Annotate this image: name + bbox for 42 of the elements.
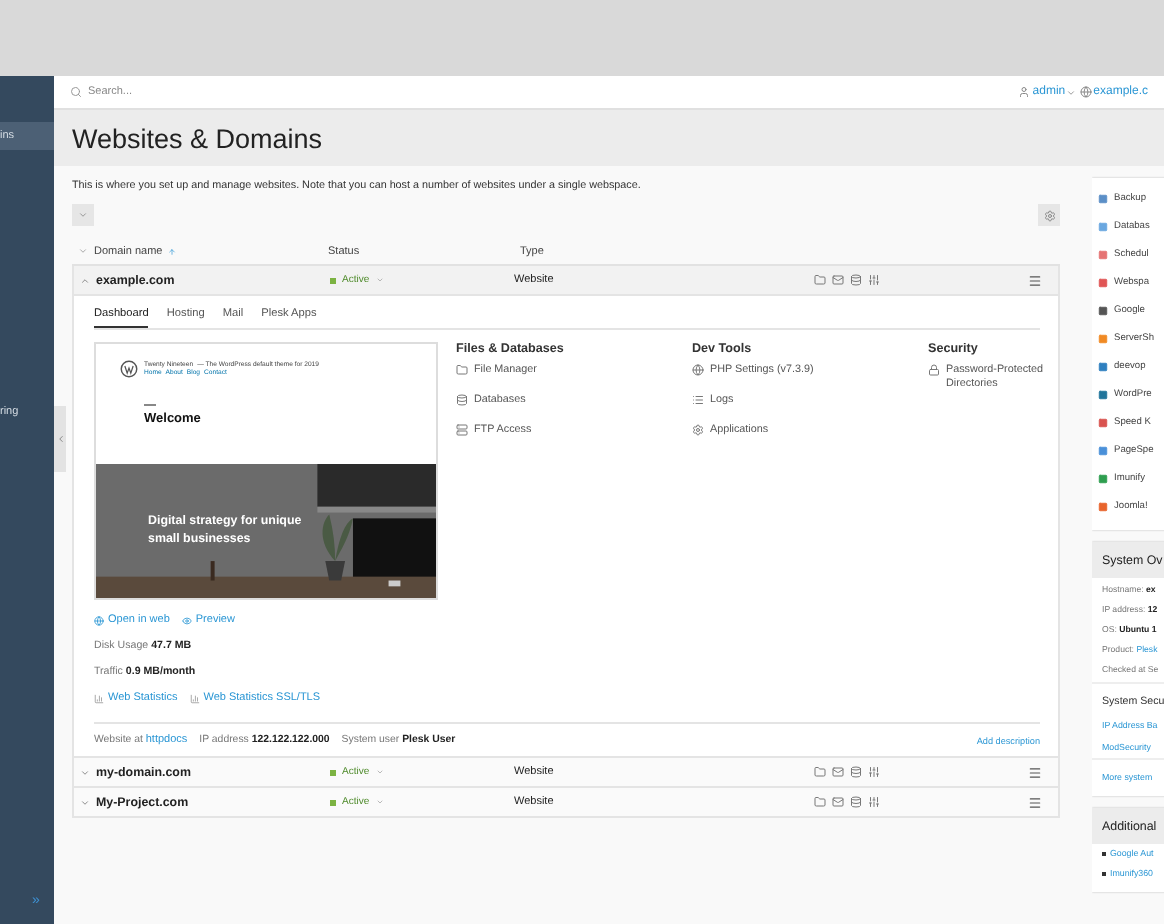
menu-icon[interactable] [1028, 795, 1042, 809]
settings-button[interactable] [1038, 204, 1060, 226]
mail-icon[interactable] [832, 274, 844, 286]
mail-icon[interactable] [832, 796, 844, 808]
list-icon [692, 394, 704, 407]
menu-icon[interactable] [1028, 273, 1042, 287]
globe-icon [1079, 86, 1092, 98]
folder-icon[interactable] [814, 274, 826, 286]
server-icon [456, 424, 468, 437]
sort-icon[interactable] [168, 247, 177, 255]
menu-icon[interactable] [1028, 765, 1042, 779]
collapse-handle[interactable] [54, 406, 66, 472]
sliders-icon[interactable] [868, 766, 880, 778]
eye-icon [181, 615, 192, 625]
caret-icon [78, 210, 88, 220]
expand-icon[interactable] [80, 767, 90, 777]
mail-icon[interactable] [832, 766, 844, 778]
bar-chart-icon [94, 693, 104, 703]
expand-icon[interactable] [80, 797, 90, 807]
database-icon[interactable] [850, 274, 862, 286]
globe-icon [94, 615, 104, 625]
chevron-left-icon [55, 434, 65, 444]
bar-chart-icon [189, 693, 200, 703]
folder-icon [456, 364, 468, 376]
sliders-icon[interactable] [868, 274, 880, 286]
lock-icon [928, 364, 940, 376]
globe-icon [692, 364, 704, 376]
search-icon [70, 86, 82, 98]
expand-all-icon[interactable] [78, 246, 88, 256]
logo-icon [120, 360, 138, 378]
database-icon[interactable] [850, 796, 862, 808]
database-icon[interactable] [850, 766, 862, 778]
gear-icon [692, 424, 704, 437]
settings-icon [1043, 209, 1055, 221]
user-icon [1018, 86, 1031, 98]
folder-icon[interactable] [814, 796, 826, 808]
sliders-icon[interactable] [868, 796, 880, 808]
caret-icon[interactable] [1065, 87, 1076, 97]
folder-icon[interactable] [814, 766, 826, 778]
database-icon [456, 394, 468, 407]
collapse-icon[interactable] [80, 275, 90, 285]
page-title: Websites & Domains [72, 123, 323, 153]
